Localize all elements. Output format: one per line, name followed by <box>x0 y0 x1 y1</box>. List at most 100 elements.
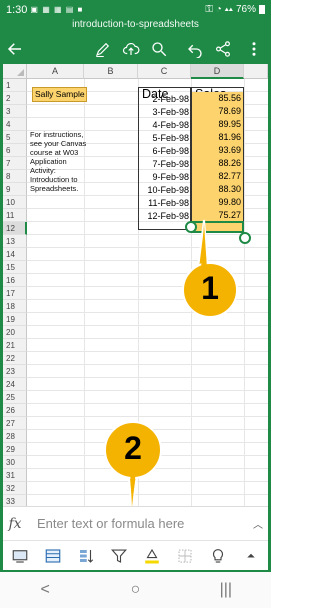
cloud-upload-icon[interactable] <box>120 38 142 60</box>
date-cell[interactable]: 9-Feb-98 <box>139 171 189 184</box>
status-time: 1:30 <box>6 3 28 16</box>
chevron-up-icon[interactable]: ︿ <box>248 516 268 531</box>
view-icon[interactable] <box>9 545 31 567</box>
sort-icon[interactable] <box>75 545 97 567</box>
row-header-20[interactable]: 20 <box>3 326 27 339</box>
date-cell[interactable]: 11-Feb-98 <box>139 197 189 210</box>
row-header-22[interactable]: 22 <box>3 352 27 365</box>
row-header-11[interactable]: 11 <box>3 209 27 222</box>
row-header-21[interactable]: 21 <box>3 339 27 352</box>
gridline <box>27 390 268 391</box>
column-header-b[interactable]: B <box>84 64 138 79</box>
nav-recents-icon[interactable]: ||| <box>206 581 246 599</box>
row-header-17[interactable]: 17 <box>3 287 27 300</box>
gridline <box>27 234 268 235</box>
sales-cell[interactable]: 89.95 <box>192 118 243 131</box>
system-nav-bar: < ○ ||| <box>0 572 271 608</box>
bottom-toolbar <box>3 540 268 570</box>
row-header-10[interactable]: 10 <box>3 196 27 209</box>
column-header-a[interactable]: A <box>27 64 84 79</box>
row-header-6[interactable]: 6 <box>3 144 27 157</box>
row-header-25[interactable]: 25 <box>3 391 27 404</box>
notification-icons: ▣ ▦ ▦ ▤ ■ <box>30 5 84 14</box>
row-header-3[interactable]: 3 <box>3 105 27 118</box>
sales-cell[interactable]: 78.69 <box>192 105 243 118</box>
row-header-23[interactable]: 23 <box>3 365 27 378</box>
gridline <box>27 325 268 326</box>
row-header-4[interactable]: 4 <box>3 118 27 131</box>
row-header-14[interactable]: 14 <box>3 248 27 261</box>
undo-icon[interactable] <box>184 38 206 60</box>
row-header-24[interactable]: 24 <box>3 378 27 391</box>
row-header-28[interactable]: 28 <box>3 430 27 443</box>
fill-color-icon[interactable] <box>141 545 163 567</box>
borders-icon[interactable] <box>174 545 196 567</box>
row-header-5[interactable]: 5 <box>3 131 27 144</box>
callout-1-number: 1 <box>201 270 219 306</box>
row-header-7[interactable]: 7 <box>3 157 27 170</box>
date-cell[interactable]: 2-Feb-98 <box>139 93 189 106</box>
date-cell[interactable]: 5-Feb-98 <box>139 132 189 145</box>
row-header-16[interactable]: 16 <box>3 274 27 287</box>
select-all-corner[interactable] <box>3 64 27 79</box>
column-header-c[interactable]: C <box>138 64 191 79</box>
pen-draw-icon[interactable] <box>92 38 114 60</box>
date-cell[interactable]: 7-Feb-98 <box>139 158 189 171</box>
sales-cell[interactable]: 81.96 <box>192 131 243 144</box>
gridline <box>27 247 268 248</box>
gridline <box>27 364 268 365</box>
row-header-26[interactable]: 26 <box>3 404 27 417</box>
sales-cell[interactable]: 85.56 <box>192 92 243 105</box>
gridline <box>27 351 268 352</box>
row-header-29[interactable]: 29 <box>3 443 27 456</box>
date-cell[interactable]: 3-Feb-98 <box>139 106 189 119</box>
row-header-2[interactable]: 2 <box>3 92 27 105</box>
row-header-32[interactable]: 32 <box>3 482 27 495</box>
search-icon[interactable] <box>148 38 170 60</box>
more-options-icon[interactable] <box>243 38 265 60</box>
sales-cell[interactable]: 93.69 <box>192 144 243 157</box>
share-icon[interactable] <box>212 38 234 60</box>
row-header-18[interactable]: 18 <box>3 300 27 313</box>
sales-cell[interactable]: 88.30 <box>192 183 243 196</box>
back-arrow-icon[interactable] <box>4 38 26 60</box>
row-header-1[interactable]: 1 <box>3 79 27 92</box>
table-icon[interactable] <box>42 545 64 567</box>
column-header-e[interactable] <box>244 64 268 79</box>
fx-icon[interactable]: fx <box>3 516 27 532</box>
instructions-text[interactable]: For instructions, see your Canvas course… <box>30 130 88 193</box>
row-header-12[interactable]: 12 <box>3 222 27 235</box>
row-header-15[interactable]: 15 <box>3 261 27 274</box>
row-header-31[interactable]: 31 <box>3 469 27 482</box>
sales-cell[interactable]: 99.80 <box>192 196 243 209</box>
callout-2: 2 <box>98 418 168 511</box>
row-header-9[interactable]: 9 <box>3 183 27 196</box>
row-header-8[interactable]: 8 <box>3 170 27 183</box>
gridline <box>27 416 268 417</box>
gridline <box>27 377 268 378</box>
row-header-30[interactable]: 30 <box>3 456 27 469</box>
date-cell[interactable]: 10-Feb-98 <box>139 184 189 197</box>
row-header-33[interactable]: 33 <box>3 495 27 506</box>
active-cell-d12[interactable] <box>191 221 244 233</box>
row-header-19[interactable]: 19 <box>3 313 27 326</box>
row-header-27[interactable]: 27 <box>3 417 27 430</box>
nav-back-icon[interactable]: < <box>25 581 65 599</box>
formula-input[interactable] <box>27 508 248 539</box>
selection-handle-right[interactable] <box>239 232 251 244</box>
date-cell[interactable]: 12-Feb-98 <box>139 210 189 223</box>
sales-cell[interactable]: 88.26 <box>192 157 243 170</box>
expand-icon[interactable] <box>240 545 262 567</box>
column-header-d[interactable]: D <box>191 64 244 79</box>
name-cell[interactable]: Sally Sample <box>32 87 87 102</box>
lightbulb-icon[interactable] <box>207 545 229 567</box>
row-header-13[interactable]: 13 <box>3 235 27 248</box>
date-cell[interactable]: 6-Feb-98 <box>139 145 189 158</box>
nav-home-icon[interactable]: ○ <box>115 581 155 599</box>
battery-icon <box>259 5 265 14</box>
date-cell[interactable]: 4-Feb-98 <box>139 119 189 132</box>
sales-cell[interactable]: 82.77 <box>192 170 243 183</box>
file-name: introduction-to-spreadsheets <box>72 19 199 30</box>
filter-icon[interactable] <box>108 545 130 567</box>
selection-handle-left[interactable] <box>185 221 197 233</box>
